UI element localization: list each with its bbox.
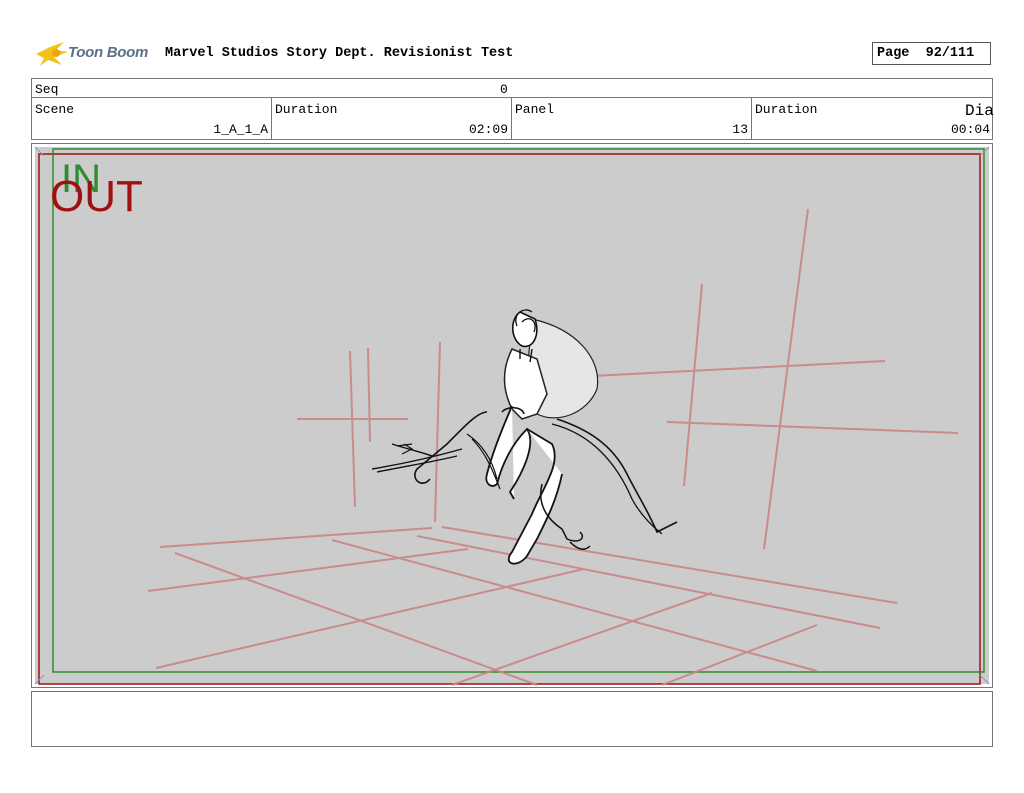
- page-number: 92/111: [925, 46, 975, 61]
- panel-drawing: IN OUT: [34, 146, 990, 686]
- page-label: Page: [877, 46, 910, 61]
- scene-duration-cell: Duration 02:09: [272, 98, 512, 139]
- seq-row: Seq 0: [31, 78, 993, 98]
- scene-cell: Scene 1_A_1_A: [32, 98, 272, 139]
- logo-text: Toon Boom: [68, 44, 149, 61]
- panel-duration-label: Duration: [755, 102, 818, 117]
- panel-label: Panel: [515, 102, 555, 117]
- seq-value: 0: [500, 82, 508, 97]
- dialog-label: Dia: [965, 102, 994, 120]
- seq-label: Seq: [35, 82, 59, 97]
- scene-value: 1_A_1_A: [213, 122, 268, 137]
- panel-value: 13: [732, 122, 748, 137]
- page-indicator: Page 92/111: [872, 42, 991, 65]
- out-label: OUT: [50, 172, 143, 221]
- panel-duration-cell: Duration 00:04: [752, 98, 993, 139]
- dialog-box: [31, 691, 993, 747]
- storyboard-panel: IN OUT: [31, 143, 993, 688]
- info-row: Scene 1_A_1_A Duration 02:09 Panel 13 Du…: [31, 98, 993, 140]
- scene-duration-label: Duration: [275, 102, 338, 117]
- scene-duration-value: 02:09: [468, 122, 508, 137]
- scene-label: Scene: [35, 102, 75, 117]
- panel-cell: Panel 13: [512, 98, 752, 139]
- document-title: Marvel Studios Story Dept. Revisionist T…: [165, 46, 514, 61]
- panel-duration-value: 00:04: [950, 122, 990, 137]
